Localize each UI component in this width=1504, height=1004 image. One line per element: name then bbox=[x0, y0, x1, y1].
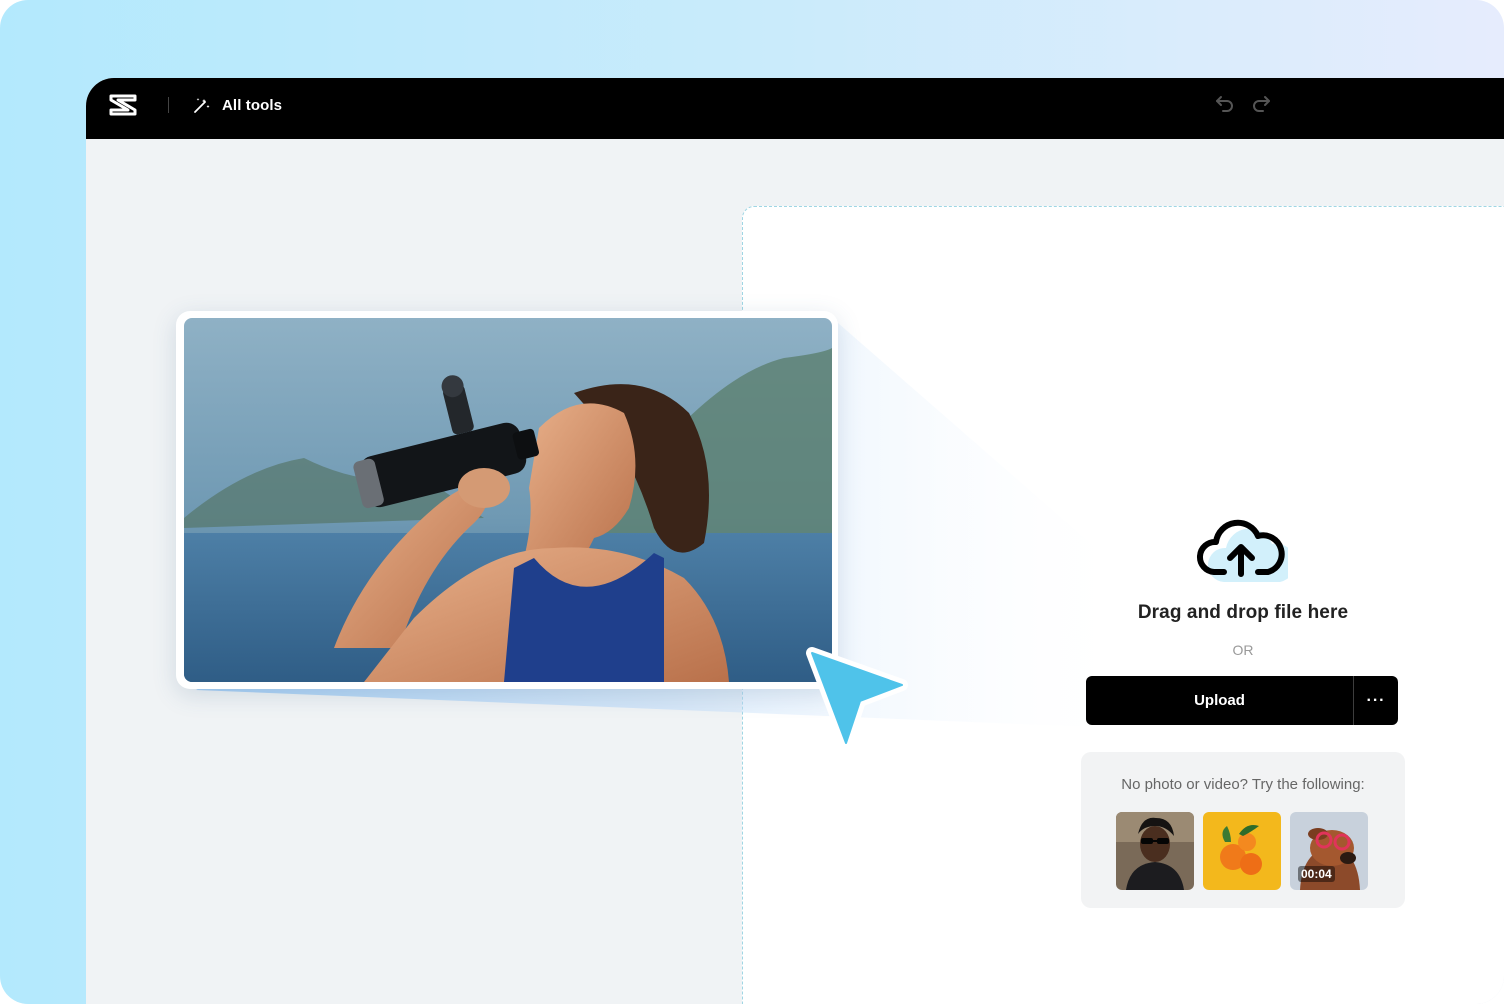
or-text: OR bbox=[1232, 642, 1254, 658]
divider bbox=[168, 97, 169, 113]
sample-thumbnail-oranges[interactable] bbox=[1203, 812, 1281, 890]
samples-label: No photo or video? Try the following: bbox=[1121, 776, 1365, 793]
sample-thumbnail-dog-video[interactable]: 00:04 bbox=[1290, 812, 1368, 890]
preview-photo bbox=[184, 318, 832, 682]
top-bar: All tools bbox=[86, 78, 1504, 139]
pointer-cursor-icon bbox=[806, 647, 908, 749]
more-options-button[interactable]: ··· bbox=[1354, 676, 1398, 725]
upload-button[interactable]: Upload bbox=[1086, 676, 1353, 725]
magic-wand-icon bbox=[194, 98, 210, 113]
stage: All tools Drag and drop file here OR Upl… bbox=[0, 0, 1504, 1004]
all-tools-button[interactable]: All tools bbox=[192, 93, 282, 117]
dragged-photo-card[interactable] bbox=[176, 311, 838, 689]
redo-icon[interactable] bbox=[1249, 91, 1273, 115]
sample-thumbnail-man[interactable] bbox=[1116, 812, 1194, 890]
sample-media-panel: No photo or video? Try the following: 00… bbox=[1081, 752, 1405, 908]
undo-icon[interactable] bbox=[1213, 91, 1237, 115]
drag-drop-text: Drag and drop file here bbox=[1137, 602, 1349, 623]
upload-button-group: Upload ··· bbox=[1086, 676, 1398, 725]
app-window: All tools Drag and drop file here OR Upl… bbox=[86, 78, 1504, 1004]
video-duration-badge: 00:04 bbox=[1298, 866, 1335, 882]
cloud-upload-icon bbox=[1196, 519, 1288, 582]
all-tools-label: All tools bbox=[222, 96, 283, 114]
sample-thumbnails: 00:04 bbox=[1116, 812, 1368, 890]
capcut-logo-icon[interactable] bbox=[108, 92, 140, 118]
